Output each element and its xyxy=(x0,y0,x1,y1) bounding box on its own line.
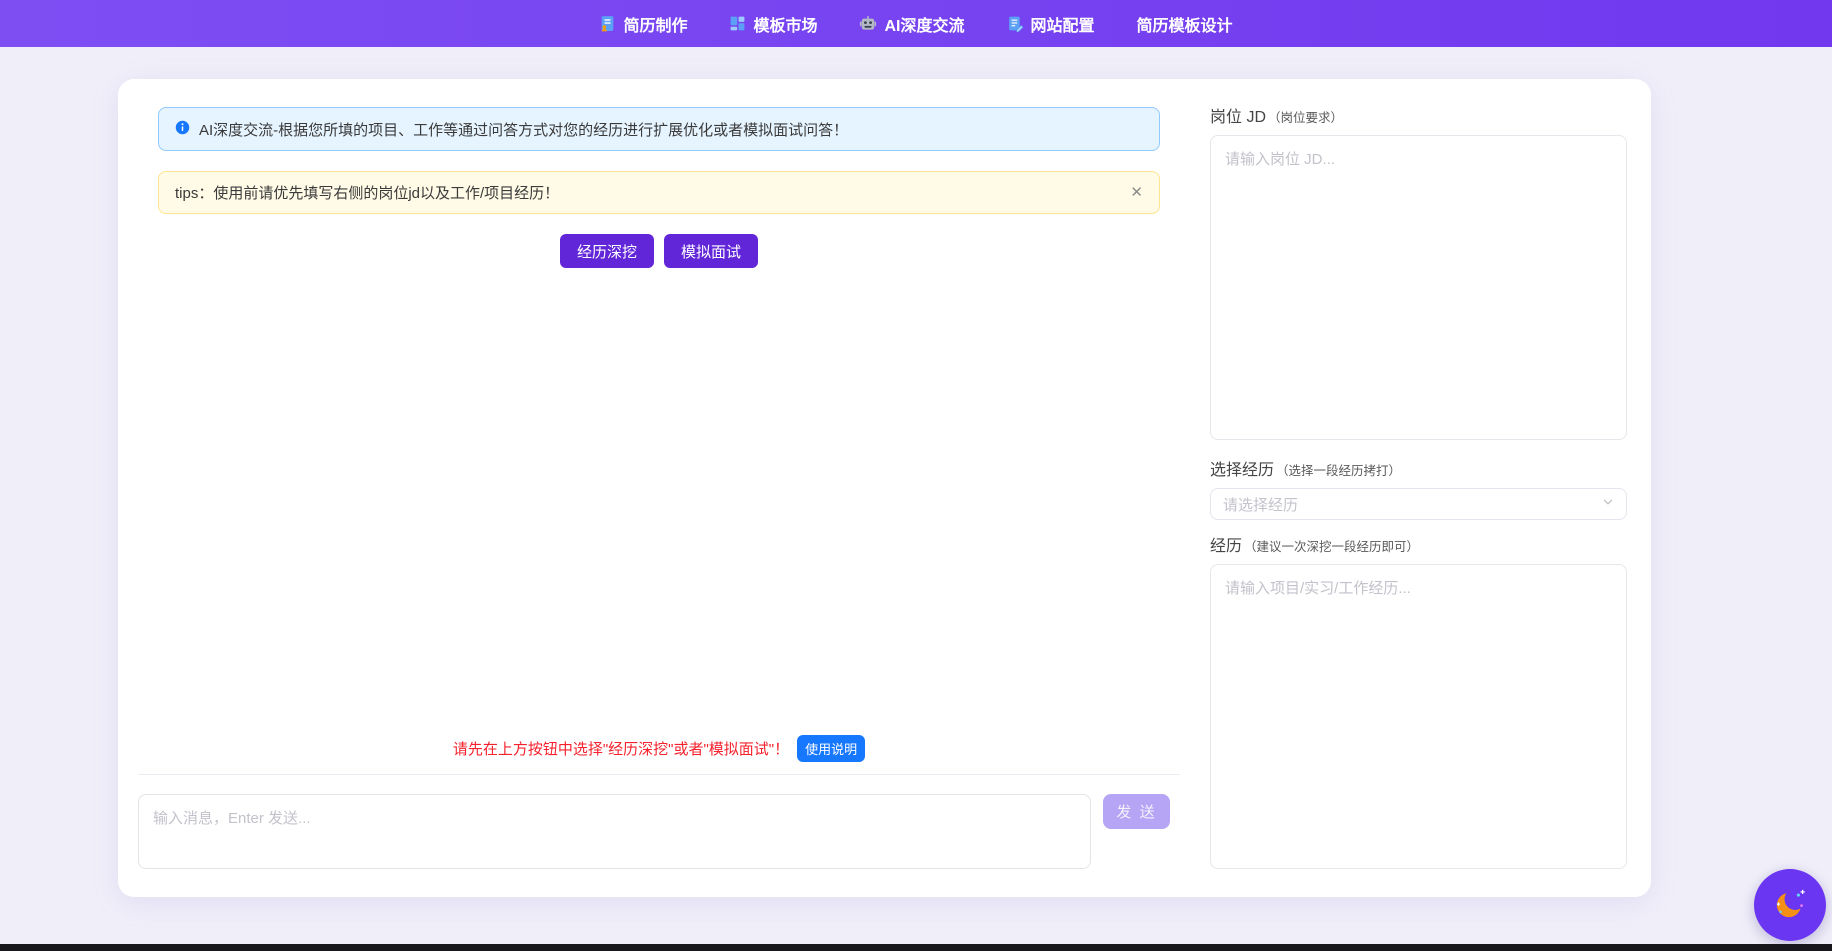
chat-section: AI深度交流-根据您所填的项目、工作等通过问答方式对您的经历进行扩展优化或者模拟… xyxy=(118,79,1180,897)
experience-note: （建议一次深挖一段经历即可） xyxy=(1244,536,1419,555)
jd-label: 岗位 JD xyxy=(1210,103,1266,127)
experience-label: 经历 xyxy=(1210,532,1242,556)
experience-select[interactable]: 请选择经历 xyxy=(1210,488,1627,521)
nav-item-label: 简历模板设计 xyxy=(1137,12,1233,36)
nav-item-label: 模板市场 xyxy=(753,12,817,36)
usage-guide-button[interactable]: 使用说明 xyxy=(797,735,865,762)
top-navbar: 简历制作 模板市场 AI深度交流 网站配置 简历模板设计 xyxy=(0,0,1832,47)
chat-message-area xyxy=(138,268,1180,735)
tips-alert-text: tips：使用前请优先填写右侧的岗位jd以及工作/项目经历！ xyxy=(175,182,559,203)
site-config-icon xyxy=(1007,15,1024,32)
nav-item-label: 简历制作 xyxy=(623,12,687,36)
nav-item-template-design[interactable]: 简历模板设计 xyxy=(1137,12,1233,36)
hint-text: 请先在上方按钮中选择"经历深挖"或者"模拟面试"！ xyxy=(453,738,789,759)
tips-alert: tips：使用前请优先填写右侧的岗位jd以及工作/项目经历！ ✕ xyxy=(158,171,1160,214)
send-button[interactable]: 发 送 xyxy=(1103,794,1170,829)
moon-icon xyxy=(1769,883,1811,928)
theme-toggle-button[interactable] xyxy=(1754,869,1826,941)
jd-label-note: （岗位要求） xyxy=(1268,107,1343,126)
bottom-window-edge xyxy=(0,944,1832,951)
main-card: AI深度交流-根据您所填的项目、工作等通过问答方式对您的经历进行扩展优化或者模拟… xyxy=(118,79,1651,897)
page-body: AI深度交流-根据您所填的项目、工作等通过问答方式对您的经历进行扩展优化或者模拟… xyxy=(0,79,1832,897)
message-input[interactable] xyxy=(138,794,1091,869)
resume-doc-icon xyxy=(599,15,616,32)
chat-divider xyxy=(138,774,1180,775)
info-alert-text: AI深度交流-根据您所填的项目、工作等通过问答方式对您的经历进行扩展优化或者模拟… xyxy=(199,119,848,140)
jd-textarea[interactable] xyxy=(1210,135,1627,440)
select-experience-label: 选择经历 xyxy=(1210,456,1274,480)
message-input-row: 发 送 xyxy=(138,794,1180,869)
nav-item-site-config[interactable]: 网站配置 xyxy=(1007,12,1095,36)
experience-select-placeholder: 请选择经历 xyxy=(1223,494,1298,515)
nav-item-template-market[interactable]: 模板市场 xyxy=(729,12,817,36)
nav-item-ai-chat[interactable]: AI深度交流 xyxy=(859,12,964,36)
chevron-down-icon xyxy=(1602,495,1614,513)
template-grid-icon xyxy=(729,15,746,32)
close-icon[interactable]: ✕ xyxy=(1130,185,1143,200)
jd-label-row: 岗位 JD （岗位要求） xyxy=(1210,103,1627,127)
right-panel: 岗位 JD （岗位要求） 选择经历 （选择一段经历拷打） 请选择经历 经历 （建… xyxy=(1210,79,1651,897)
experience-label-row: 经历 （建议一次深挖一段经历即可） xyxy=(1210,532,1627,556)
robot-icon xyxy=(859,15,877,33)
info-alert: AI深度交流-根据您所填的项目、工作等通过问答方式对您的经历进行扩展优化或者模拟… xyxy=(158,107,1160,151)
select-label-row: 选择经历 （选择一段经历拷打） xyxy=(1210,456,1627,480)
deep-dig-button[interactable]: 经历深挖 xyxy=(560,234,654,268)
nav-item-label: 网站配置 xyxy=(1031,12,1095,36)
info-icon xyxy=(175,120,190,139)
nav-item-resume-builder[interactable]: 简历制作 xyxy=(599,12,687,36)
nav-item-label: AI深度交流 xyxy=(884,12,964,36)
experience-textarea[interactable] xyxy=(1210,564,1627,869)
hint-row: 请先在上方按钮中选择"经历深挖"或者"模拟面试"！ 使用说明 xyxy=(138,735,1180,762)
select-experience-note: （选择一段经历拷打） xyxy=(1276,460,1401,479)
mode-buttons-row: 经历深挖 模拟面试 xyxy=(138,234,1180,268)
mock-interview-button[interactable]: 模拟面试 xyxy=(664,234,758,268)
